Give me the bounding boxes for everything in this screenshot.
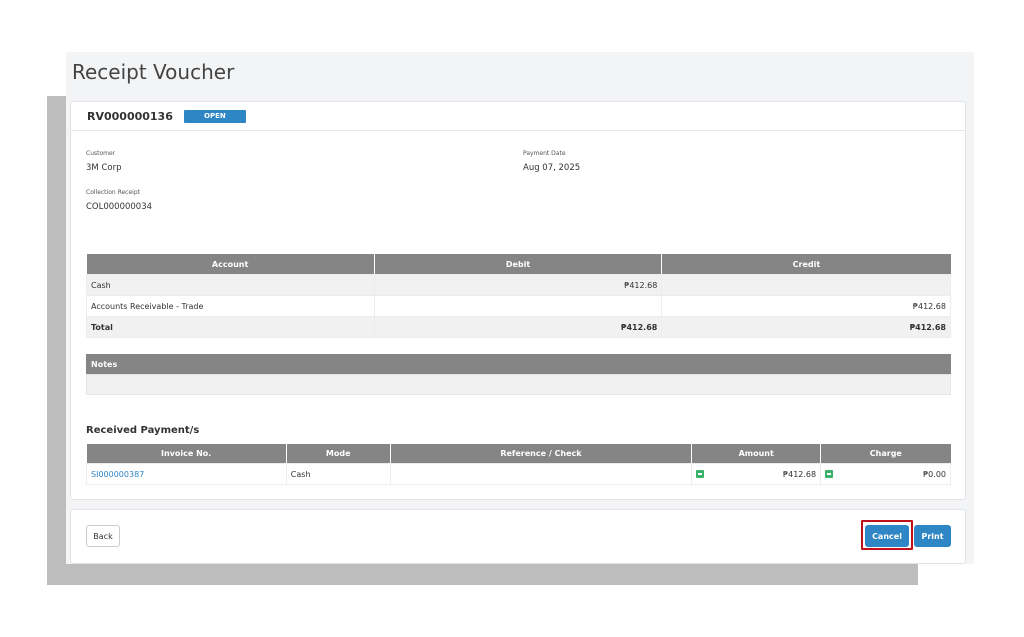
back-button[interactable]: Back (86, 525, 120, 547)
notes-body (86, 374, 951, 395)
payment-date-label: Payment Date (523, 150, 566, 157)
total-label: Total (86, 316, 375, 338)
payment-date-value: Aug 07, 2025 (523, 163, 581, 173)
column-header-invoice: Invoice No. (86, 444, 287, 464)
column-header-reference: Reference / Check (389, 444, 692, 464)
reference-cell (389, 463, 693, 485)
amount-value: ₱412.68 (783, 469, 817, 479)
invoice-cell: SI000000387 (86, 463, 287, 485)
column-header-amount: Amount (691, 444, 821, 464)
charge-value: ₱0.00 (923, 469, 946, 479)
mode-cell: Cash (285, 463, 391, 485)
print-button[interactable]: Print (914, 525, 951, 547)
column-header-credit: Credit (661, 254, 951, 275)
customer-label: Customer (86, 150, 116, 157)
total-row: Total ₱412.68 ₱412.68 (86, 316, 951, 338)
customer-value: 3M Corp (86, 163, 122, 173)
table-row: Cash ₱412.68 (86, 274, 951, 296)
debit-cell (373, 295, 663, 317)
credit-cell: ₱412.68 (661, 295, 951, 317)
column-header-charge: Charge (820, 444, 951, 464)
debit-cell: ₱412.68 (373, 274, 663, 296)
amount-cell: ₱412.68 (691, 463, 822, 485)
invoice-link[interactable]: SI000000387 (91, 470, 144, 479)
credit-cell (661, 274, 951, 296)
voucher-number: RV000000136 (87, 109, 173, 123)
account-cell: Cash (86, 274, 375, 296)
voucher-card: RV000000136 OPEN Customer 3M Corp Paymen… (70, 101, 966, 500)
account-cell: Accounts Receivable - Trade (86, 295, 375, 317)
calculator-icon[interactable] (696, 470, 705, 478)
total-debit: ₱412.68 (373, 316, 663, 338)
received-payments-title: Received Payment/s (86, 425, 200, 436)
status-badge: OPEN (183, 109, 246, 123)
total-credit: ₱412.68 (661, 316, 951, 338)
charge-cell: ₱0.00 (820, 463, 951, 485)
collection-receipt-value: COL000000034 (86, 202, 153, 212)
table-row: Accounts Receivable - Trade ₱412.68 (86, 295, 951, 317)
payments-table: Invoice No. Mode Reference / Check Amoun… (86, 444, 951, 485)
action-bar: Back Cancel Print (70, 509, 966, 564)
voucher-header: RV000000136 OPEN (71, 102, 965, 131)
notes-header: Notes (86, 354, 951, 374)
column-header-debit: Debit (373, 254, 662, 275)
column-header-mode: Mode (285, 444, 391, 464)
page-title: Receipt Voucher (72, 60, 235, 84)
column-header-account: Account (86, 254, 375, 275)
table-row: SI000000387 Cash ₱412.68 ₱0.00 (86, 463, 951, 485)
collection-receipt-label: Collection Receipt (86, 189, 140, 196)
accounts-table: Account Debit Credit Cash ₱412.68 Accoun… (86, 254, 951, 338)
calculator-icon[interactable] (825, 470, 834, 478)
cancel-button[interactable]: Cancel (865, 525, 909, 547)
